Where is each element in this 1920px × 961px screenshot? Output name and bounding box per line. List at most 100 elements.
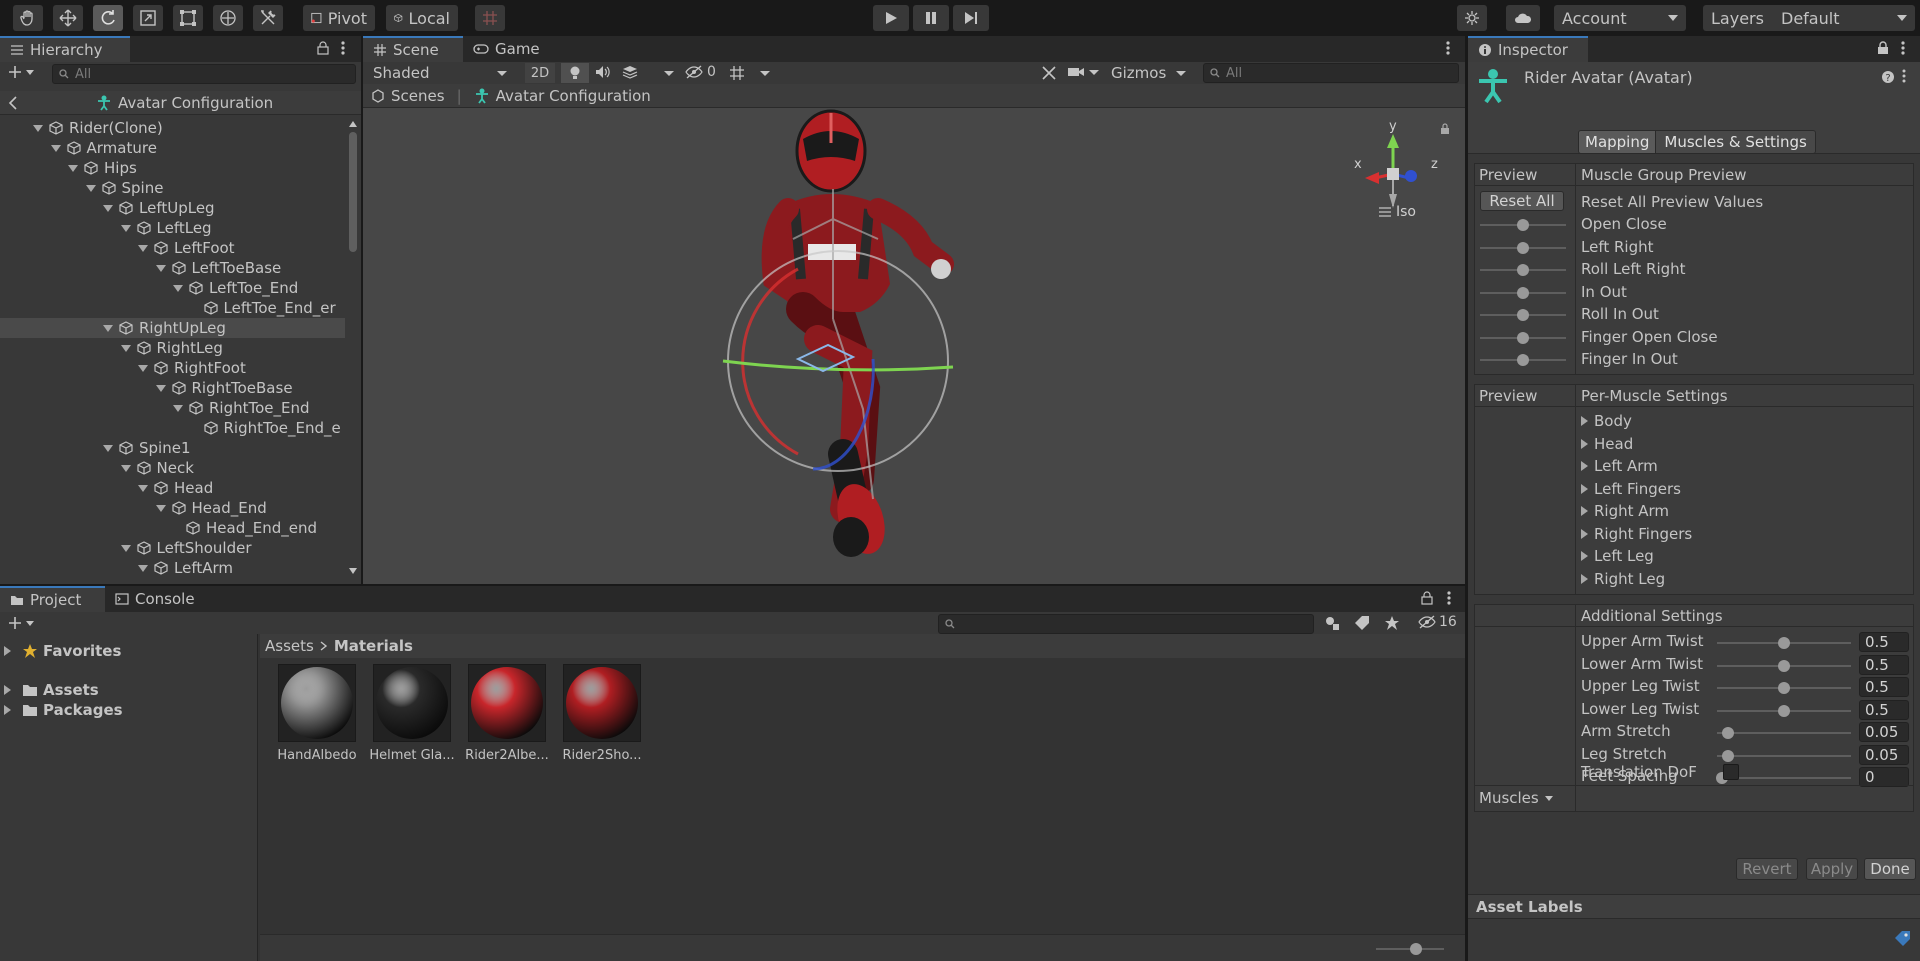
icon-size-slider-knob[interactable]: [1410, 943, 1422, 955]
gizmo-lock-icon[interactable]: [1440, 123, 1450, 135]
hierarchy-item[interactable]: RightFoot: [0, 358, 345, 378]
breadcrumb-scenes[interactable]: Scenes: [371, 87, 445, 105]
setting-value-field[interactable]: 0.05: [1859, 722, 1909, 742]
chevron-down-icon[interactable]: [760, 71, 770, 76]
expand-arrow-icon[interactable]: [120, 224, 131, 232]
tab-project[interactable]: Project: [0, 586, 105, 612]
tag-icon[interactable]: [1894, 930, 1912, 946]
breadcrumb-current[interactable]: Avatar Configuration: [474, 87, 651, 105]
add-object-button[interactable]: [8, 65, 34, 79]
expand-arrow-icon[interactable]: [138, 564, 148, 572]
lighting-toggle[interactable]: [561, 63, 589, 83]
breadcrumb-assets[interactable]: Assets: [265, 637, 314, 655]
setting-value-field[interactable]: 0.5: [1859, 677, 1909, 697]
tab-muscles-settings[interactable]: Muscles & Settings: [1656, 130, 1816, 154]
expand-arrow-icon[interactable]: [155, 264, 166, 272]
expand-arrow-icon[interactable]: [120, 464, 131, 472]
hierarchy-item[interactable]: Neck: [0, 458, 345, 478]
setting-value-field[interactable]: 0.05: [1859, 744, 1909, 765]
camera-dropdown[interactable]: [1067, 65, 1099, 79]
hierarchy-item[interactable]: Head: [0, 478, 345, 498]
hierarchy-search-input[interactable]: All: [52, 64, 356, 84]
muscle-group-foldout[interactable]: Right Leg: [1581, 570, 1665, 588]
tab-scene[interactable]: Scene: [363, 36, 463, 62]
create-asset-button[interactable]: [8, 616, 34, 630]
help-icon[interactable]: ?: [1881, 70, 1895, 84]
expand-arrow-icon[interactable]: [103, 444, 113, 452]
expand-arrow-icon[interactable]: [120, 544, 131, 552]
hierarchy-item[interactable]: Rider(Clone): [0, 118, 345, 138]
search-by-type-icon[interactable]: [1324, 615, 1340, 631]
hierarchy-item[interactable]: Head_End: [0, 498, 345, 518]
translation-dof-checkbox[interactable]: [1723, 764, 1739, 780]
setting-value-field[interactable]: 0.5: [1859, 699, 1909, 720]
muscle-group-foldout[interactable]: Left Fingers: [1581, 480, 1681, 498]
search-by-label-icon[interactable]: [1354, 615, 1370, 631]
hierarchy-item[interactable]: Hips: [0, 158, 345, 178]
hierarchy-scrollbar[interactable]: [347, 118, 359, 578]
apply-button[interactable]: Apply: [1806, 858, 1858, 880]
muscle-group-foldout[interactable]: Right Fingers: [1581, 525, 1692, 543]
hidden-packages-toggle[interactable]: 16: [1418, 614, 1457, 630]
kebab-menu-icon[interactable]: [1900, 40, 1906, 56]
hierarchy-item[interactable]: LeftToe_End: [0, 278, 345, 298]
layout-dropdown[interactable]: Default: [1773, 5, 1915, 31]
hierarchy-item[interactable]: LeftToeBase: [0, 258, 345, 278]
setting-slider-knob[interactable]: [1778, 637, 1790, 649]
gizmos-dropdown[interactable]: Gizmos: [1111, 63, 1187, 83]
tab-mapping[interactable]: Mapping: [1578, 130, 1657, 154]
hierarchy-item[interactable]: RightLeg: [0, 338, 345, 358]
grid-toggle[interactable]: [729, 65, 745, 81]
slider-knob[interactable]: [1517, 354, 1529, 366]
slider-knob[interactable]: [1517, 264, 1529, 276]
tab-hierarchy[interactable]: Hierarchy: [0, 36, 130, 62]
shading-dropdown[interactable]: Shaded: [365, 63, 515, 83]
effects-toggle[interactable]: [622, 65, 638, 79]
scroll-thumb[interactable]: [349, 132, 357, 252]
expand-arrow-icon[interactable]: [33, 124, 43, 132]
tab-game[interactable]: Game: [463, 36, 553, 62]
setting-value-field[interactable]: 0.5: [1859, 632, 1909, 652]
hierarchy-item[interactable]: LeftFoot: [0, 238, 345, 258]
rotate-tool-button[interactable]: [93, 5, 123, 31]
scale-tool-button[interactable]: [133, 5, 163, 31]
settings-menu-icon[interactable]: [1898, 68, 1910, 84]
hand-tool-button[interactable]: [13, 5, 43, 31]
kebab-menu-icon[interactable]: [340, 40, 346, 56]
hierarchy-item[interactable]: LeftUpLeg: [0, 198, 345, 218]
scene-search-input[interactable]: All: [1203, 63, 1459, 83]
lock-icon[interactable]: [1420, 591, 1434, 605]
hierarchy-item[interactable]: RightToeBase: [0, 378, 345, 398]
hierarchy-item[interactable]: LeftToe_End_er: [0, 298, 345, 318]
rider-model[interactable]: [683, 109, 1003, 584]
revert-button[interactable]: Revert: [1736, 858, 1798, 880]
expand-arrow-icon[interactable]: [155, 504, 166, 512]
tools-toggle[interactable]: [1041, 65, 1057, 81]
hierarchy-item[interactable]: LeftArm: [0, 558, 345, 578]
expand-arrow-icon[interactable]: [103, 204, 113, 212]
expand-arrow-icon[interactable]: [138, 484, 148, 492]
muscle-group-foldout[interactable]: Left Leg: [1581, 547, 1654, 565]
kebab-menu-icon[interactable]: [1445, 40, 1451, 56]
breadcrumb-materials[interactable]: Materials: [334, 637, 413, 655]
favorite-star-icon[interactable]: [1384, 615, 1400, 631]
tab-inspector[interactable]: Inspector: [1468, 36, 1588, 62]
lock-icon[interactable]: [1876, 41, 1890, 55]
expand-arrow-icon[interactable]: [155, 384, 166, 392]
muscle-group-foldout[interactable]: Left Arm: [1581, 457, 1658, 475]
packages-folder-item[interactable]: Packages: [4, 701, 123, 719]
expand-arrow-icon[interactable]: [138, 364, 148, 372]
hierarchy-item[interactable]: LeftShoulder: [0, 538, 345, 558]
setting-slider-track[interactable]: [1717, 754, 1851, 757]
local-toggle[interactable]: Local: [386, 5, 458, 31]
pause-button[interactable]: [913, 5, 949, 31]
cloud-button[interactable]: [1506, 5, 1540, 31]
account-dropdown[interactable]: Account: [1554, 5, 1686, 31]
expand-arrow-icon[interactable]: [85, 184, 96, 192]
setting-slider-knob[interactable]: [1722, 727, 1735, 739]
rect-tool-button[interactable]: [173, 5, 203, 31]
setting-value-field[interactable]: 0.5: [1859, 654, 1909, 675]
muscle-group-foldout[interactable]: Body: [1581, 412, 1632, 430]
favorites-item[interactable]: Favorites: [4, 642, 121, 660]
setting-slider-track[interactable]: [1717, 732, 1851, 734]
